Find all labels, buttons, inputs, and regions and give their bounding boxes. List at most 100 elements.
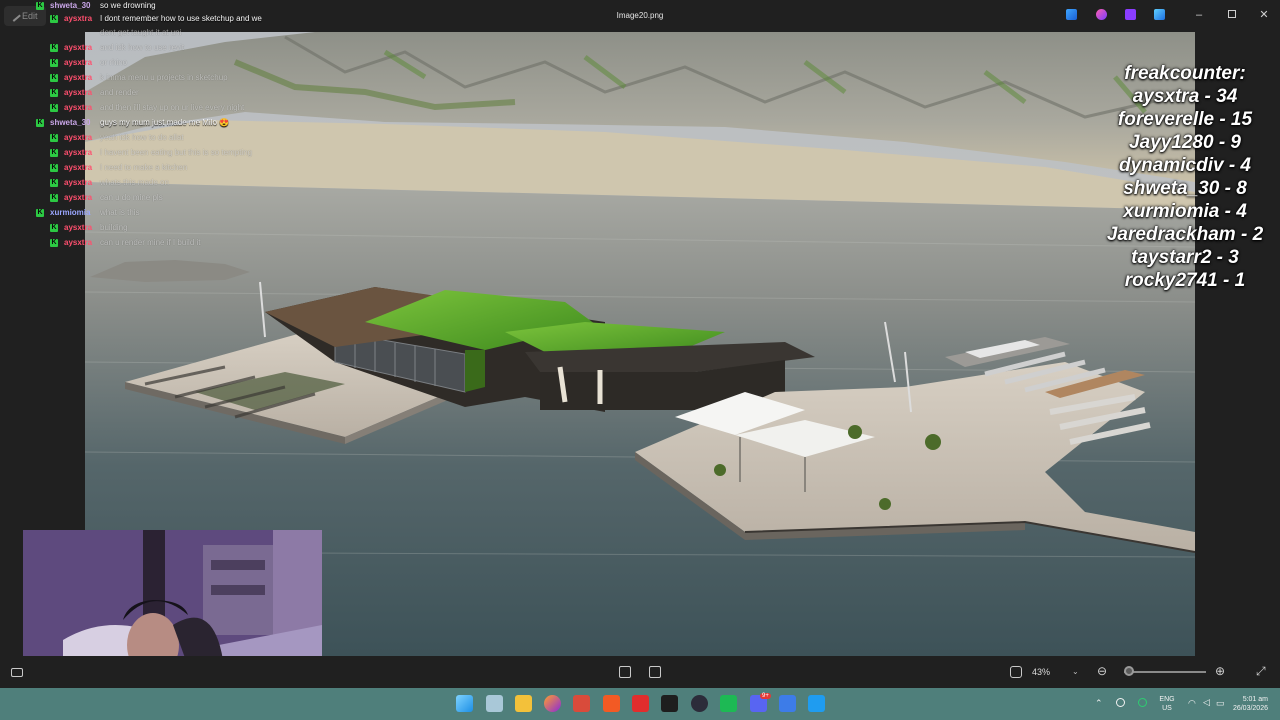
obs-icon[interactable] — [691, 695, 708, 712]
mod-badge-icon: K — [36, 209, 44, 217]
viewer-toolbar: 43% ⌄ ⊖ ⊕ ⤢ — [0, 656, 1280, 688]
brave-icon[interactable] — [603, 695, 620, 712]
chat-message: Kshweta_30 guys my mum just made me Milo … — [36, 117, 356, 129]
tray-green-icon[interactable] — [1138, 698, 1147, 707]
mod-badge-icon: K — [50, 239, 58, 247]
photos-icon[interactable] — [779, 695, 796, 712]
chat-text: can u render mine if I build it — [100, 238, 201, 247]
zoom-slider-thumb[interactable] — [1124, 666, 1135, 676]
zoom-out-icon[interactable]: ⊖ — [1097, 664, 1107, 678]
chat-username: aysxtra — [64, 193, 93, 202]
chat-message: Kaysxtra I havent been eating but this is… — [50, 147, 350, 159]
tray-overflow-icon[interactable]: ⌃ — [1095, 698, 1103, 709]
mod-badge-icon: K — [50, 224, 58, 232]
chat-message: Kaysxtra and then i'll stay up on ur live… — [50, 102, 350, 114]
chat-message: Kaysxtra can u render mine if I build it — [50, 237, 350, 249]
widgets-button[interactable] — [486, 695, 503, 712]
chat-username: aysxtra — [64, 88, 93, 97]
chat-username: aysxtra — [64, 238, 93, 247]
chat-text: or rhino — [100, 58, 128, 67]
figma-icon[interactable] — [661, 695, 678, 712]
chat-text: yeah idk how to do allat — [100, 133, 184, 142]
chat-message: Kaysxtra yeah idk how to do allat — [50, 132, 350, 144]
zoom-slider-track[interactable] — [1124, 671, 1206, 673]
chat-username: shweta_30 — [50, 118, 91, 127]
firefox-icon[interactable] — [544, 695, 561, 712]
file-explorer-icon[interactable] — [515, 695, 532, 712]
chat-message: Kaysxtra I need to make a kitchen — [50, 162, 350, 174]
chat-message: Kaysxtra or rhino — [50, 57, 350, 69]
blue-app-icon[interactable] — [808, 695, 825, 712]
maximize-icon — [1228, 10, 1236, 18]
chat-username: aysxtra — [64, 43, 93, 52]
chat-message: dont get taught it at uni — [50, 27, 350, 39]
clock-date: 26/03/2026 — [1232, 705, 1268, 712]
filmstrip-icon[interactable] — [11, 668, 23, 677]
freakcounter-entry: rocky2741 - 1 — [1124, 270, 1246, 291]
chat-username: aysxtra — [64, 163, 93, 172]
chat-username: aysxtra — [64, 14, 93, 23]
chat-message: Kaysxtra and idk how to use revit — [50, 42, 350, 54]
language-indicator[interactable]: ENG US — [1155, 695, 1179, 713]
tray-app-icon[interactable] — [1116, 698, 1125, 707]
start-button[interactable] — [456, 695, 473, 712]
region-label: US — [1162, 705, 1172, 712]
chat-username: shweta_30 — [50, 1, 91, 10]
mod-badge-icon: K — [50, 149, 58, 157]
chat-text: k imma menu u projects in sketchup — [100, 73, 228, 82]
app-icon-2[interactable] — [1096, 9, 1107, 20]
chat-username: aysxtra — [64, 133, 93, 142]
zoom-in-icon[interactable]: ⊕ — [1215, 664, 1225, 678]
clock[interactable]: 5:01 am 26/03/2026 — [1224, 695, 1268, 713]
app-icon-4[interactable] — [1154, 9, 1165, 20]
mod-badge-icon: K — [50, 59, 58, 67]
close-button[interactable]: ✕ — [1257, 8, 1271, 22]
mod-badge-icon: K — [50, 15, 58, 23]
zoom-level[interactable]: 43% — [1032, 667, 1050, 677]
app-icon-3[interactable] — [1125, 9, 1136, 20]
chat-text: I havent been eating but this is so temp… — [100, 148, 253, 157]
chat-text: dont get taught it at uni — [100, 28, 182, 37]
chat-text: so we drowning — [100, 1, 156, 10]
mod-badge-icon: K — [50, 74, 58, 82]
chat-username: aysxtra — [64, 148, 93, 157]
chat-text: and render — [100, 88, 139, 97]
freakcounter-entry: aysxtra - 34 — [1132, 86, 1238, 107]
mod-badge-icon: K — [50, 164, 58, 172]
camera-icon[interactable] — [1010, 666, 1022, 678]
chat-text: guys my mum just made me Milo 😍 — [100, 118, 230, 127]
freakcounter-entry: Jayy1280 - 9 — [1129, 132, 1241, 153]
freakcounter-entry: shweta_30 - 8 — [1123, 178, 1247, 199]
windows-taskbar: 9+ ⌃ ENG US ◠ ◁ ▭ 5:01 am 26/03/2026 — [0, 688, 1280, 720]
stream-app-icon[interactable] — [573, 695, 590, 712]
mod-badge-icon: K — [36, 2, 44, 10]
wifi-icon[interactable]: ◠ — [1188, 698, 1196, 709]
mod-badge-icon: K — [50, 89, 58, 97]
chat-username: xurmiomia — [50, 208, 91, 217]
red-app-icon[interactable] — [632, 695, 649, 712]
app-window: Edit Image20.png – ✕ K shweta_30 so we d… — [0, 0, 1280, 720]
mod-badge-icon: K — [50, 179, 58, 187]
freakcounter-title: freakcounter: — [1124, 63, 1246, 84]
chat-message: Kaysxtra building — [50, 222, 350, 234]
chat-message: Kxurmiomia what is this — [36, 207, 336, 219]
chat-text: can u do mine pls — [100, 193, 163, 202]
chat-username: aysxtra — [64, 223, 93, 232]
chat-message: Kaysxtra whats this made on — [50, 177, 350, 189]
freakcounter-entry: dynamicdiv - 4 — [1119, 155, 1251, 176]
chat-message: Kaysxtra can u do mine pls — [50, 192, 350, 204]
actual-size-icon[interactable] — [649, 666, 661, 678]
fit-view-icon[interactable] — [619, 666, 631, 678]
minimize-button[interactable]: – — [1192, 8, 1206, 22]
maximize-button[interactable] — [1225, 8, 1239, 22]
spotify-icon[interactable] — [720, 695, 737, 712]
volume-icon[interactable]: ◁ — [1203, 697, 1210, 708]
language-label: ENG — [1159, 696, 1175, 703]
freakcounter-overlay: freakcounter: aysxtra - 34 foreverelle -… — [1085, 62, 1280, 292]
app-icon-1[interactable] — [1066, 9, 1077, 20]
fullscreen-icon[interactable]: ⤢ — [1256, 664, 1266, 679]
chat-username: aysxtra — [64, 178, 93, 187]
clock-time: 5:01 am — [1242, 696, 1268, 703]
chat-message: Kaysxtra I dont remember how to use sketc… — [50, 13, 350, 25]
zoom-dropdown-chevron-icon[interactable]: ⌄ — [1072, 667, 1079, 676]
